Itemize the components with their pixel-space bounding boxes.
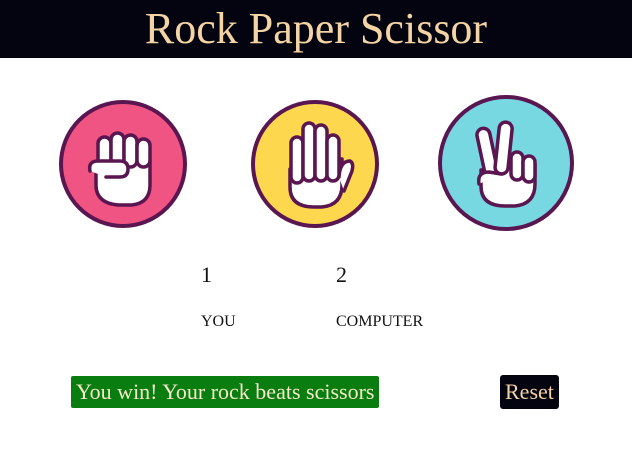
scissor-choice[interactable] xyxy=(437,94,575,232)
victory-hand-icon xyxy=(438,95,574,231)
reset-button[interactable]: Reset xyxy=(500,375,559,409)
computer-score: 2 xyxy=(336,262,347,287)
fist-icon xyxy=(59,100,187,228)
open-hand-icon xyxy=(251,100,379,228)
paper-choice[interactable] xyxy=(250,99,380,229)
user-score: 1 xyxy=(201,262,212,287)
result-message: You win! Your rock beats scissors xyxy=(71,376,380,408)
game-title: Rock Paper Scissor xyxy=(144,4,488,53)
computer-label: COMPUTER xyxy=(336,313,424,330)
rock-choice[interactable] xyxy=(58,99,188,229)
header-bar: Rock Paper Scissor xyxy=(0,0,632,58)
user-label: YOU xyxy=(201,313,236,330)
